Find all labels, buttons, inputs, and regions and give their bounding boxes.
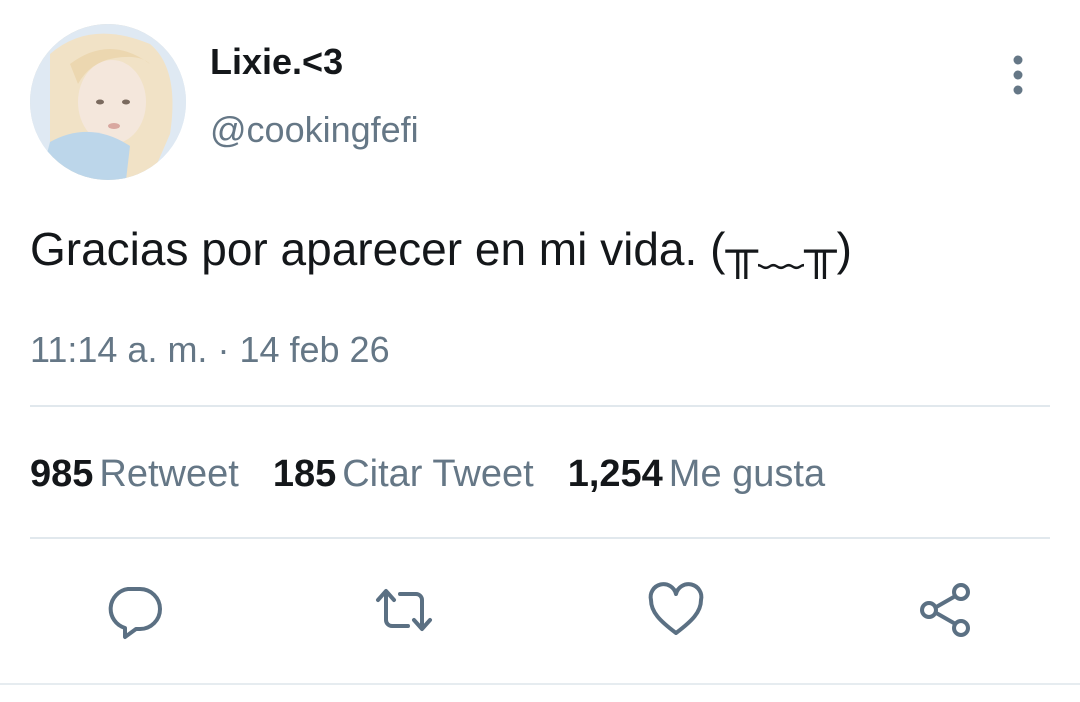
vertical-ellipsis-icon <box>1013 55 1023 95</box>
like-stat[interactable]: 1,254 Me gusta <box>568 448 825 500</box>
retweet-icon <box>376 589 432 631</box>
engagement-stats: 985 Retweet 185 Citar Tweet 1,254 Me gusta <box>30 448 859 500</box>
like-button[interactable] <box>644 578 708 642</box>
speech-bubble-icon <box>108 587 162 639</box>
timestamp-separator: · <box>217 329 230 370</box>
profile-photo-icon <box>30 24 186 180</box>
bottom-divider <box>0 683 1080 685</box>
like-label: Me gusta <box>668 453 826 495</box>
avatar[interactable] <box>30 24 186 180</box>
tweet-text: Gracias por aparecer en mi vida. (╥﹏╥) <box>30 223 852 275</box>
more-options-button[interactable] <box>998 52 1038 98</box>
like-count: 1,254 <box>567 453 663 495</box>
display-name[interactable]: Lixie.<3 <box>210 38 343 86</box>
tweet-detail: Lixie.<3 @cookingfefi Gracias por aparec… <box>0 0 1080 702</box>
heart-icon <box>648 582 704 635</box>
tweet-time: 11:14 a. m. <box>30 329 208 370</box>
tweet-timestamp[interactable]: 11:14 a. m. · 14 feb 26 <box>30 326 390 374</box>
quote-stat[interactable]: 185 Citar Tweet <box>273 448 534 500</box>
retweet-count: 985 <box>30 453 94 495</box>
quote-label: Citar Tweet <box>342 453 534 495</box>
retweet-button[interactable] <box>372 578 436 642</box>
divider <box>30 405 1050 407</box>
share-icon <box>920 583 970 637</box>
quote-count: 185 <box>272 453 337 495</box>
retweet-stat[interactable]: 985 Retweet <box>30 448 239 500</box>
retweet-label: Retweet <box>99 453 239 495</box>
divider <box>30 537 1050 539</box>
share-button[interactable] <box>913 578 977 642</box>
user-handle[interactable]: @cookingfefi <box>210 106 419 154</box>
reply-button[interactable] <box>102 578 166 642</box>
tweet-date: 14 feb 26 <box>239 329 390 370</box>
